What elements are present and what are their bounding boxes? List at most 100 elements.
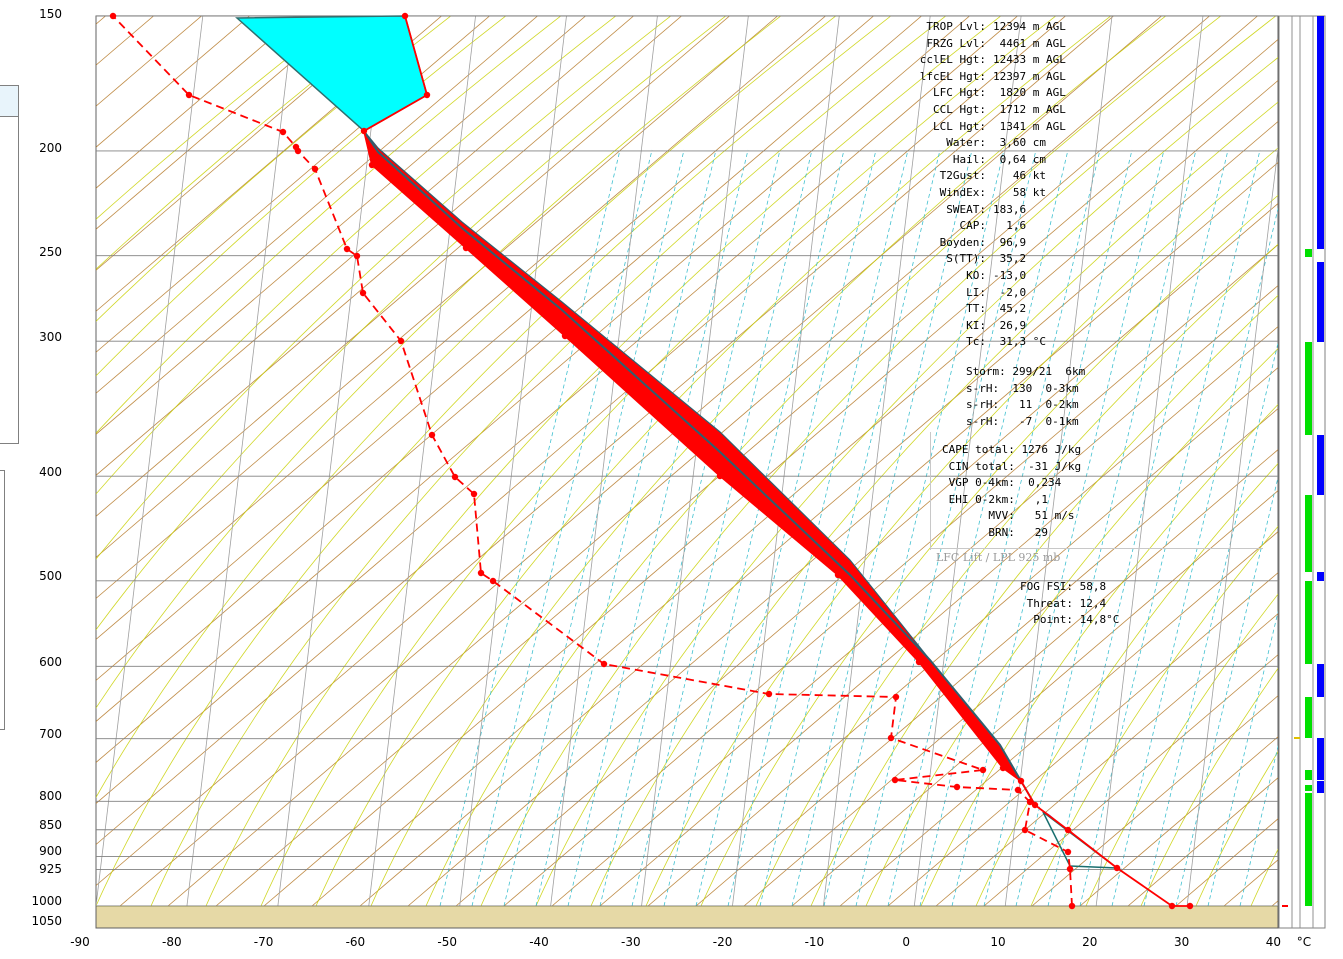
adiabat-lines [96,16,1278,906]
temperature-point [1168,902,1176,910]
pressure-tick-label: 1000 [31,894,62,908]
storm-row: s-rH: -7 0-1km [966,414,1079,428]
isotherm [186,16,295,906]
cape-row: CAPE total: 1276 J/kg [942,443,1082,456]
index-label: SWEAT: [946,202,986,216]
dewpoint-point [891,776,899,784]
dewpoint-point [1026,798,1034,806]
dewpoint-point [1014,786,1022,794]
moist-adiabat [96,16,452,322]
temperature-point [561,332,569,340]
dewpoint-point [359,289,367,297]
dewpoint-point [311,165,319,173]
moist-adiabat [96,16,342,220]
mixing-ratio-line [567,149,749,906]
right-strip [1278,15,1326,929]
mixing-ratio-line [535,149,717,906]
dry-adiabat [503,244,1278,906]
moist-adiabat [96,16,672,560]
axis-labels: 1502002503004005006007008008509009251000… [31,7,1311,949]
strip-mark [1294,737,1300,739]
x-tick-label: -90 [70,935,90,949]
index-label: T2Gust: [939,169,986,183]
index-label: cclEL Hgt: [919,53,986,67]
plot-frame [95,15,1279,929]
isotherm [822,16,931,906]
cape-row: CIN total: -31 J/kg [942,459,1082,473]
index-label: Hail: [952,152,986,166]
cape-row: BRN: 29 [942,526,1048,539]
x-tick-label: 0 [902,935,910,949]
temperature-point [360,127,368,135]
strip-bar-green [1305,249,1312,257]
storm-row: s-rH: 130 0-3km [966,381,1079,395]
x-unit-label: °C [1297,935,1311,949]
dry-adiabat [96,16,107,25]
index-value: -2,0 [993,285,1027,299]
strip-bar-green [1305,697,1312,738]
dewpoint-point [353,252,361,260]
plot-background [95,15,1279,929]
pressure-tick-label: 250 [39,245,62,259]
index-value: 96,9 [993,235,1027,249]
index-value: 12433 m AGL [993,53,1066,67]
index-value: 4461 m AGL [993,36,1066,50]
storm-row: s-rH: 11 0-2km [966,398,1079,412]
index-value: 45,2 [993,302,1027,316]
dry-adiabat [359,121,1278,906]
dewpoint-point [1064,848,1072,856]
index-label: CCL Hgt: [933,103,986,116]
dewpoint-point [1021,826,1029,834]
index-value: 26,9 [993,318,1027,332]
dry-adiabat [96,16,1019,804]
index-label: LCL Hgt: [933,119,986,133]
strip-bar-green [1305,793,1312,906]
dewpoint-point [979,766,987,774]
index-value: 1712 m AGL [993,103,1066,116]
index-label: CAP: [959,219,987,233]
index-value: 46 kt [993,169,1046,183]
index-value: 31,3 °C [993,335,1046,349]
panel-separator-h [930,548,1263,549]
pressure-tick-label: 300 [39,330,62,344]
dewpoint-point [279,128,287,136]
temperature-point [401,12,409,20]
dry-adiabat [96,16,347,230]
temperature-point [834,571,842,579]
dewpoint-point [343,245,351,253]
index-value: -13,0 [993,269,1027,282]
pressure-tick-label: 925 [39,862,62,876]
left-panel-fragment-2 [0,470,5,730]
temperature-point [423,91,431,99]
pressure-tick-label: 700 [39,727,62,741]
x-tick-label: -30 [621,935,641,949]
x-tick-label: -40 [529,935,549,949]
dry-adiabat [215,16,1259,906]
index-value: 58 kt [993,186,1046,199]
dewpoint-point [953,783,961,791]
index-label: FRZG Lvl: [926,36,986,50]
strip-bar-blue [1317,262,1324,342]
cape-row: EHI 0-2km: ,1 [942,492,1048,506]
dewpoint-point [470,490,478,498]
cape-row: MVV: 51 m/s [942,509,1075,523]
strip-bar-blue [1317,16,1324,249]
strip-bar-green [1305,495,1312,572]
index-label: TROP Lvl: [926,20,986,33]
temperature-point [915,658,923,666]
x-tick-label: 40 [1266,935,1281,949]
pressure-tick-label: 900 [39,844,62,858]
index-label: Tc: [966,335,986,349]
dewpoint-point [1066,865,1074,873]
strip-bar-blue [1317,572,1324,581]
index-value: 0,64 cm [993,152,1046,166]
fog-row: Threat: 12,4 [1020,596,1107,610]
temperature-point [462,244,470,252]
dry-adiabat [96,16,251,148]
skewt-chart: 1502002503004005006007008008509009251000… [31,7,1326,949]
pressure-tick-label: 850 [39,818,62,832]
dry-adiabat [96,16,635,476]
dewpoint-point [428,431,436,439]
index-value: 12394 m AGL [993,20,1066,33]
moist-adiabat [535,57,1278,906]
